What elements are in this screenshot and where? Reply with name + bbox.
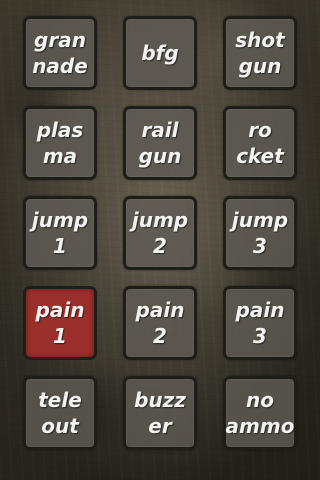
- plasma-sound-button[interactable]: plas ma: [23, 106, 97, 180]
- pain-3-sound-button[interactable]: pain 3: [223, 286, 297, 360]
- button-label: pain 2: [135, 298, 185, 348]
- pain-1-sound-button[interactable]: pain 1: [23, 286, 97, 360]
- shotgun-sound-button[interactable]: shot gun: [223, 16, 297, 90]
- jump-2-sound-button[interactable]: jump 2: [123, 196, 197, 270]
- teleout-sound-button[interactable]: tele out: [23, 376, 97, 450]
- jump-1-sound-button[interactable]: jump 1: [23, 196, 97, 270]
- button-label: rail gun: [138, 118, 182, 168]
- rocket-sound-button[interactable]: ro cket: [223, 106, 297, 180]
- railgun-sound-button[interactable]: rail gun: [123, 106, 197, 180]
- button-label: jump 2: [131, 208, 189, 258]
- button-label: gran nade: [32, 28, 88, 78]
- button-label: pain 1: [35, 298, 85, 348]
- button-label: ro cket: [236, 118, 284, 168]
- no-ammo-sound-button[interactable]: no ammo: [223, 376, 297, 450]
- button-label: pain 3: [235, 298, 285, 348]
- bfg-sound-button[interactable]: bfg: [123, 16, 197, 90]
- button-label: no ammo: [225, 388, 295, 438]
- sound-button-grid: gran nade bfg shot gun plas ma rail gun …: [23, 16, 297, 450]
- grenade-sound-button[interactable]: gran nade: [23, 16, 97, 90]
- button-label: jump 1: [31, 208, 89, 258]
- button-label: plas ma: [36, 118, 84, 168]
- button-label: bfg: [141, 41, 179, 65]
- button-label: jump 3: [231, 208, 289, 258]
- button-label: shot gun: [235, 28, 285, 78]
- button-label: buzz er: [134, 388, 186, 438]
- button-label: tele out: [38, 388, 82, 438]
- jump-3-sound-button[interactable]: jump 3: [223, 196, 297, 270]
- pain-2-sound-button[interactable]: pain 2: [123, 286, 197, 360]
- buzzer-sound-button[interactable]: buzz er: [123, 376, 197, 450]
